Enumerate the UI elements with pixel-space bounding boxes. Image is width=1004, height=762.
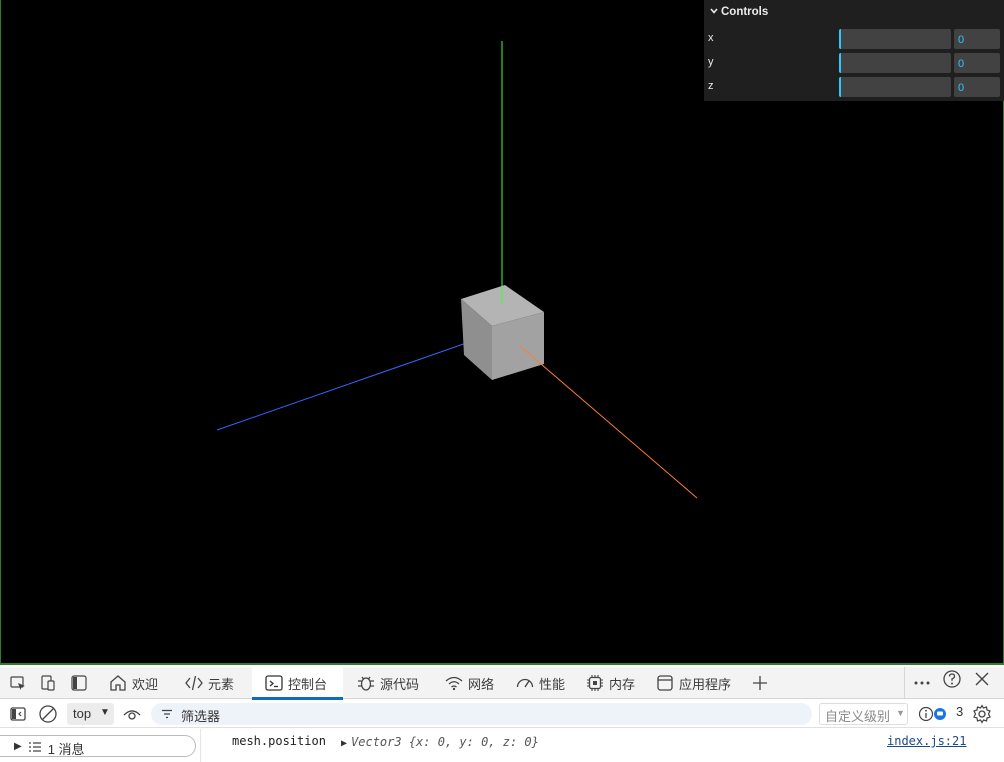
caret-down-icon: ▼ [100, 707, 110, 718]
tab-sources-label: 源代码 [380, 676, 420, 692]
control-label-z: z [708, 80, 714, 92]
tab-sources[interactable]: 源代码 [356, 667, 419, 699]
log-source-link[interactable]: index.js:21 [887, 734, 966, 748]
tab-network-label: 网络 [468, 676, 495, 692]
z-axis-line [216, 339, 476, 431]
filter-icon [160, 707, 174, 724]
chevron-down-icon [709, 6, 721, 19]
tab-performance[interactable]: 性能 [515, 667, 565, 699]
sidebar-messages-label: 1 消息 [47, 742, 85, 757]
filter-input[interactable]: 筛选器 [151, 703, 812, 725]
tab-memory[interactable]: 内存 [585, 667, 635, 699]
app-icon [655, 673, 675, 693]
filter-placeholder: 筛选器 [181, 709, 221, 724]
context-select[interactable]: top ▼ [67, 703, 114, 725]
control-row-y: y 0 [704, 48, 1004, 73]
slider-fill-y [839, 53, 841, 73]
slider-z[interactable] [839, 77, 951, 97]
live-expression-eye-icon[interactable] [120, 702, 144, 726]
slider-y[interactable] [839, 53, 951, 73]
issues-icon[interactable] [933, 702, 947, 726]
list-icon [28, 740, 42, 757]
number-input-y[interactable]: 0 [954, 53, 1000, 73]
dock-sidebar-icon[interactable] [67, 671, 91, 695]
bug-icon [356, 673, 376, 693]
tab-network[interactable]: 网络 [444, 667, 494, 699]
tab-console[interactable]: 控制台 [252, 667, 343, 700]
devtools-panel: 欢迎 元素 控制台 源代码 网络 性能 内存 应用程序 top ▼ 筛选器 自定… [0, 667, 1004, 762]
home-icon [108, 673, 128, 693]
sidebar-divider [200, 729, 201, 762]
tab-application[interactable]: 应用程序 [655, 667, 731, 699]
expand-triangle-icon: ▶ [14, 741, 22, 752]
controls-title-label: Controls [721, 6, 769, 18]
number-input-z[interactable]: 0 [954, 77, 1000, 97]
log-levels-label: 自定义级别 [825, 709, 891, 724]
wifi-icon [444, 673, 464, 693]
console-icon [264, 673, 284, 693]
tabbar-divider [904, 667, 905, 699]
slider-x[interactable] [839, 29, 951, 49]
tab-welcome[interactable]: 欢迎 [108, 667, 158, 699]
log-levels-select[interactable]: 自定义级别 ▼ [819, 703, 908, 725]
control-label-y: y [708, 56, 714, 68]
more-options-icon[interactable] [910, 671, 934, 695]
log-object-text: Vector3 {x: 0, y: 0, z: 0} [351, 735, 539, 749]
tab-elements-label: 元素 [208, 676, 235, 692]
control-row-z: z 0 [704, 72, 1004, 97]
log-object-value[interactable]: ▶ Vector3 {x: 0, y: 0, z: 0} [341, 735, 539, 749]
x-axis-line [519, 345, 698, 499]
tab-performance-label: 性能 [539, 676, 566, 692]
console-output: ▶ 1 消息 mesh.position ▶ Vector3 {x: 0, y: … [0, 729, 1004, 762]
chip-icon [585, 673, 605, 693]
controls-panel: Controls x 0 y 0 z 0 [704, 0, 1004, 101]
help-icon[interactable] [940, 667, 964, 691]
control-label-x: x [708, 32, 714, 44]
console-filterbar: top ▼ 筛选器 自定义级别 ▼ 3 [0, 700, 1004, 728]
console-settings-gear-icon[interactable] [970, 702, 994, 726]
control-row-x: x 0 [704, 24, 1004, 49]
webgl-viewport[interactable]: Controls x 0 y 0 z 0 [0, 0, 1004, 665]
tab-application-label: 应用程序 [679, 676, 732, 692]
device-emulation-icon[interactable] [36, 671, 60, 695]
close-devtools-icon[interactable] [970, 667, 994, 691]
gauge-icon [515, 673, 535, 693]
tab-memory-label: 内存 [609, 676, 636, 692]
expand-object-triangle-icon: ▶ [341, 738, 348, 749]
sidebar-messages-item[interactable]: ▶ 1 消息 [0, 735, 196, 757]
add-tab-icon[interactable] [748, 671, 772, 695]
clear-console-icon[interactable] [36, 702, 60, 726]
toggle-sidebar-icon[interactable] [6, 702, 30, 726]
log-expression: mesh.position [232, 734, 326, 748]
slider-fill-z [839, 77, 841, 97]
inspect-element-icon[interactable] [6, 671, 30, 695]
devtools-tabbar: 欢迎 元素 控制台 源代码 网络 性能 内存 应用程序 [0, 667, 1004, 700]
context-select-value: top [73, 706, 92, 721]
tab-elements[interactable]: 元素 [184, 667, 234, 699]
controls-title[interactable]: Controls [704, 0, 1004, 24]
caret-down-icon: ▼ [896, 708, 905, 718]
tab-console-label: 控制台 [288, 676, 328, 692]
issues-count[interactable]: 3 [956, 704, 963, 719]
tab-welcome-label: 欢迎 [132, 676, 159, 692]
number-input-x[interactable]: 0 [954, 29, 1000, 49]
slider-fill-x [839, 29, 841, 49]
code-icon [184, 673, 204, 693]
